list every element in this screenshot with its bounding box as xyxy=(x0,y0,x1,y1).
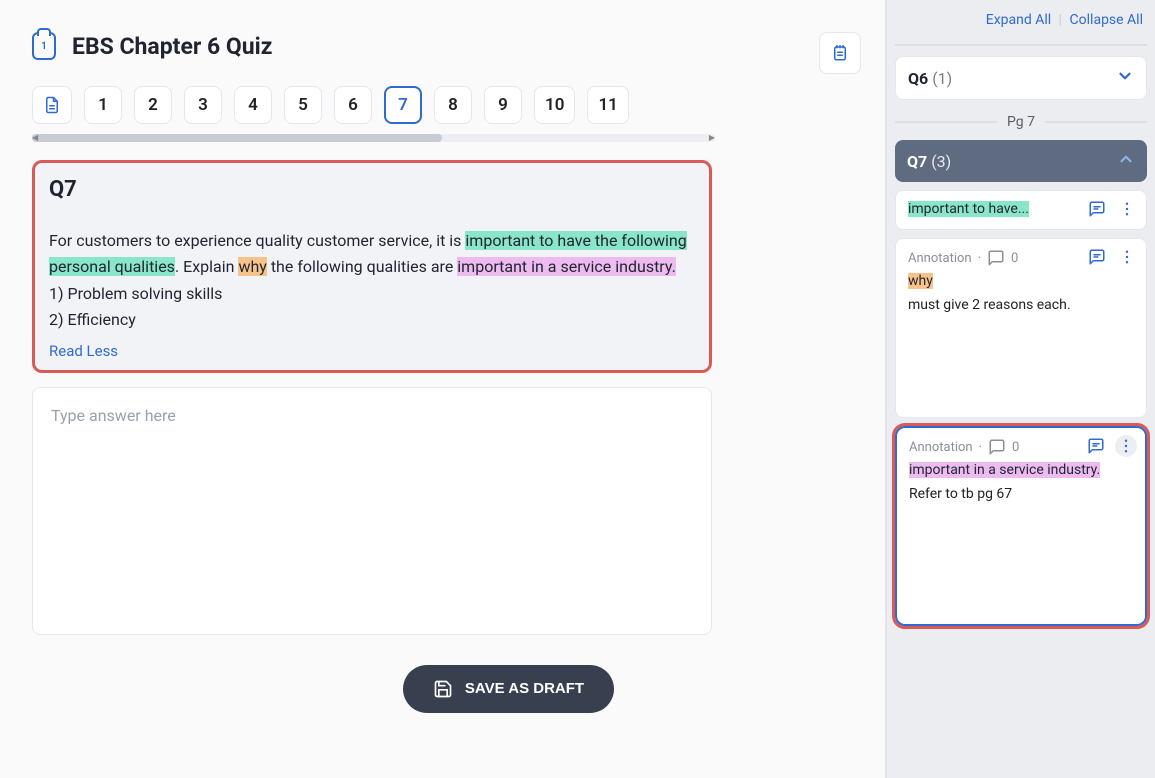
annotation-snippet: why xyxy=(908,273,933,289)
panel-links: Expand All | Collapse All xyxy=(895,12,1147,34)
comment-count: 0 xyxy=(1012,440,1019,455)
question-tab-3[interactable]: 3 xyxy=(184,86,222,124)
answer-textarea[interactable] xyxy=(32,387,712,635)
more-menu-button[interactable] xyxy=(1115,435,1137,457)
question-tab-1[interactable]: 1 xyxy=(84,86,122,124)
quiz-title: EBS Chapter 6 Quiz xyxy=(72,33,272,60)
chevron-up-icon xyxy=(1117,150,1135,172)
save-draft-button[interactable]: SAVE AS DRAFT xyxy=(403,665,614,713)
save-button-label: SAVE AS DRAFT xyxy=(465,680,584,697)
notes-toggle-button[interactable] xyxy=(819,32,861,74)
dots-vertical-icon xyxy=(1117,437,1135,455)
question-tab-9[interactable]: 9 xyxy=(484,86,522,124)
question-bullet-1: 1) Problem solving skills xyxy=(49,284,222,303)
scroll-left-icon: ◀ xyxy=(32,133,38,142)
title-row: 1 EBS Chapter 6 Quiz xyxy=(32,32,885,60)
question-tab-4[interactable]: 4 xyxy=(234,86,272,124)
q7-header[interactable]: Q7 (3) xyxy=(895,140,1147,182)
question-tab-5[interactable]: 5 xyxy=(284,86,322,124)
highlight-orange[interactable]: why xyxy=(238,257,266,276)
question-label: Q7 xyxy=(49,177,695,202)
read-less-link[interactable]: Read Less xyxy=(49,342,695,360)
annotation-actions xyxy=(1087,435,1137,457)
annotation-snippet: important in a service industry. xyxy=(909,462,1100,478)
question-tab-2[interactable]: 2 xyxy=(134,86,172,124)
highlight-pink[interactable]: important in a service industry. xyxy=(457,257,676,276)
annotation-actions xyxy=(1088,198,1138,220)
question-text-fragment: For customers to experience quality cust… xyxy=(49,231,465,250)
comment-icon[interactable] xyxy=(1087,437,1105,455)
question-tab-6[interactable]: 6 xyxy=(334,86,372,124)
question-text-fragment: the following qualities are xyxy=(267,257,457,276)
page-label: Pg 7 xyxy=(1007,114,1035,130)
question-tabs-scrollbar[interactable]: ◀ ▶ xyxy=(32,134,715,142)
annotations-panel: Expand All | Collapse All Q6 (1) Pg 7 Q7… xyxy=(885,0,1155,778)
q7-header-label: Q7 (3) xyxy=(907,152,951,171)
page-separator: Pg 7 xyxy=(895,114,1147,130)
comment-icon[interactable] xyxy=(1088,248,1106,266)
comment-count-icon xyxy=(987,249,1005,267)
annotation-body: must give 2 reasons each. xyxy=(908,297,1134,313)
annotation-card-2[interactable]: Annotation· 0 why must give 2 reasons ea… xyxy=(895,238,1147,418)
question-tabs: 123456789 10 11 ◀ ▶ xyxy=(32,86,885,142)
comment-count-icon xyxy=(988,438,1006,456)
q6-row[interactable]: Q6 (1) xyxy=(895,56,1147,100)
panel-divider xyxy=(895,44,1147,46)
q6-row-label: Q6 (1) xyxy=(908,69,952,88)
question-card: Q7 For customers to experience quality c… xyxy=(32,160,712,373)
annotation-body: Refer to tb pg 67 xyxy=(909,486,1133,502)
collapse-all-link[interactable]: Collapse All xyxy=(1070,12,1143,28)
question-bullet-2: 2) Efficiency xyxy=(49,310,136,329)
expand-all-link[interactable]: Expand All xyxy=(986,12,1051,28)
document-icon xyxy=(43,96,61,114)
question-tab-11[interactable]: 11 xyxy=(587,86,628,124)
annotation-card-1[interactable]: important to have... xyxy=(895,190,1147,230)
comment-icon[interactable] xyxy=(1088,200,1106,218)
more-menu-button[interactable] xyxy=(1116,198,1138,220)
chevron-down-icon xyxy=(1116,67,1134,89)
dots-vertical-icon xyxy=(1118,200,1136,218)
annotation-card-3[interactable]: Annotation· 0 important in a service ind… xyxy=(895,426,1147,626)
question-tab-8[interactable]: 8 xyxy=(434,86,472,124)
overview-tab[interactable] xyxy=(32,86,72,124)
save-icon xyxy=(433,679,453,699)
link-divider: | xyxy=(1059,12,1062,28)
question-tab-10[interactable]: 10 xyxy=(534,86,575,124)
annotation-snippet: important to have... xyxy=(908,201,1029,217)
question-tab-7[interactable]: 7 xyxy=(384,86,422,124)
question-text: For customers to experience quality cust… xyxy=(49,228,695,334)
question-text-fragment: . Explain xyxy=(175,257,239,276)
comment-count: 0 xyxy=(1011,251,1018,266)
annotation-actions xyxy=(1088,246,1138,268)
main-pane: 1 EBS Chapter 6 Quiz 1234567891011 ◀ ▶ Q… xyxy=(0,0,885,778)
scroll-right-icon: ▶ xyxy=(709,133,715,142)
clipboard-icon: 1 xyxy=(32,32,56,60)
more-menu-button[interactable] xyxy=(1116,246,1138,268)
dots-vertical-icon xyxy=(1118,248,1136,266)
notepad-icon xyxy=(831,44,849,62)
